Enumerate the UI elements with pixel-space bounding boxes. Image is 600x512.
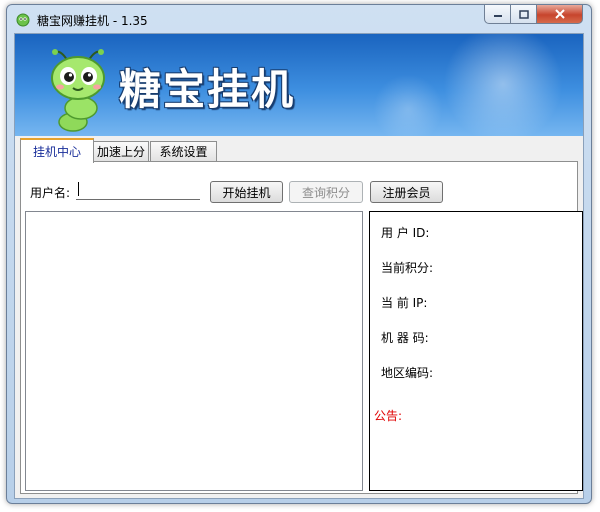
banner-glow [443, 34, 563, 136]
username-input[interactable] [76, 179, 200, 200]
username-label: 用户名: [30, 186, 71, 200]
maximize-icon [518, 9, 529, 19]
minimize-icon [493, 15, 502, 17]
client-area: 糖宝挂机 挂机中心 加速上分 系统设置 用户名: 开始挂机 查询积分 注册会员 … [14, 33, 584, 499]
ip-label: 当 前 IP: [381, 296, 428, 310]
tab-speed-up[interactable]: 加速上分 [93, 141, 149, 161]
query-points-button[interactable]: 查询积分 [289, 181, 363, 203]
machine-code-label: 机 器 码: [381, 331, 429, 345]
app-bug-icon [16, 13, 30, 27]
region-code-label: 地区编码: [381, 366, 434, 380]
region-code-row: 地区编码: [381, 364, 439, 381]
title-bar[interactable]: 糖宝网赚挂机 - 1.35 [7, 5, 591, 33]
info-panel: 用 户 ID: 当前积分: 当 前 IP: 机 器 码: 地区编码: 公告: [369, 211, 583, 491]
tab-system-settings[interactable]: 系统设置 [150, 141, 217, 161]
tab-hangup-center[interactable]: 挂机中心 [20, 138, 94, 163]
close-icon [554, 9, 565, 19]
machine-code-row: 机 器 码: [381, 329, 435, 346]
app-window: 糖宝网赚挂机 - 1.35 糖宝挂机 挂机中心 加速上分 系统设置 用户名: 开… [6, 4, 592, 504]
start-hangup-button[interactable]: 开始挂机 [210, 181, 283, 203]
register-member-button[interactable]: 注册会员 [370, 181, 443, 203]
notice-label: 公告: [374, 409, 403, 423]
header-banner: 糖宝挂机 [15, 34, 583, 136]
user-id-row: 用 户 ID: [381, 224, 435, 241]
user-id-label: 用 户 ID: [381, 226, 430, 240]
banner-title: 糖宝挂机 [119, 65, 296, 114]
log-output-box[interactable] [25, 211, 363, 491]
tab-panel: 用户名: 开始挂机 查询积分 注册会员 用 户 ID: 当前积分: 当 前 IP… [20, 161, 583, 494]
close-button[interactable] [537, 5, 583, 24]
window-title: 糖宝网赚挂机 - 1.35 [37, 14, 148, 28]
minimize-button[interactable] [484, 5, 511, 24]
points-label: 当前积分: [381, 261, 434, 275]
banner-glow-small [373, 74, 443, 136]
points-row: 当前积分: [381, 259, 439, 276]
ip-row: 当 前 IP: [381, 294, 433, 311]
caption-buttons [484, 5, 583, 25]
green-bug-mascot-icon [51, 49, 105, 132]
maximize-button[interactable] [511, 5, 537, 24]
text-cursor [78, 182, 79, 196]
